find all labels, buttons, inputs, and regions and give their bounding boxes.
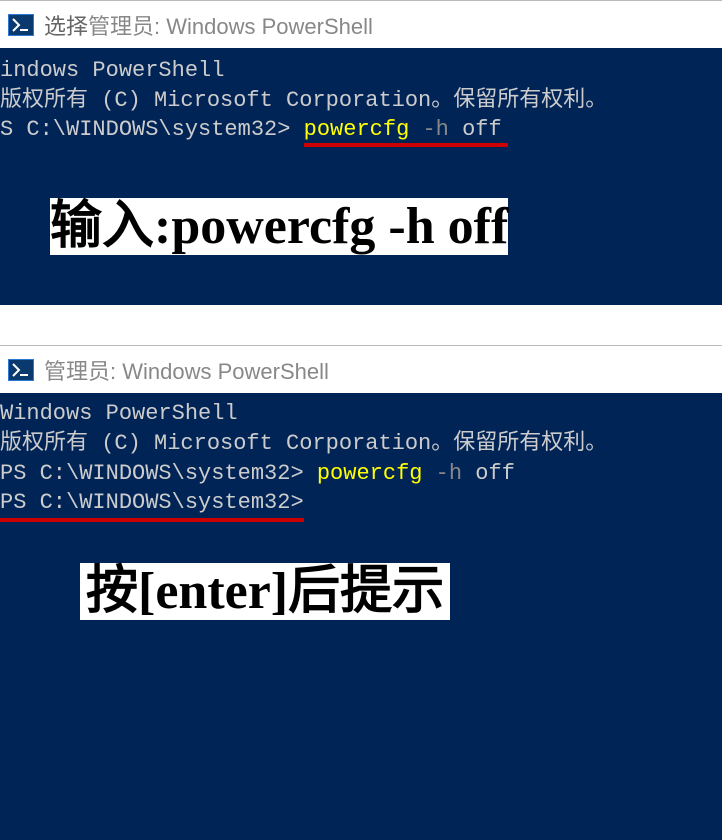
annotation1-label: 输入:	[50, 198, 171, 255]
powershell-icon	[8, 14, 34, 36]
annotation2: 按[enter]后提示	[0, 543, 722, 620]
annotation2-text: 按[enter]后提示	[80, 563, 450, 620]
console-flag: -h	[409, 117, 462, 142]
window2-title-main: 管理员: Windows PowerShell	[44, 359, 329, 384]
annotation1: 输入:powercfg -h off	[0, 168, 722, 305]
console-command: powercfg	[304, 117, 410, 142]
gap	[0, 305, 722, 345]
console-flag: -h	[422, 461, 475, 486]
console-cursor	[304, 490, 317, 515]
window1-console[interactable]: indows PowerShell 版权所有 (C) Microsoft Cor…	[0, 48, 722, 168]
window2-titlebar: 管理员: Windows PowerShell	[0, 345, 722, 393]
powershell-icon	[8, 359, 34, 381]
window1-title-main: 管理员: Windows PowerShell	[88, 14, 373, 39]
console-line-copyright: 版权所有 (C) Microsoft Corporation。保留所有权利。	[0, 86, 722, 116]
console-prompt-line-2: PS C:\WINDOWS\system32>	[0, 488, 722, 518]
window2-title: 管理员: Windows PowerShell	[44, 354, 329, 386]
console-line-appname: Windows PowerShell	[0, 399, 722, 429]
annotation1-cmd: powercfg -h off	[171, 198, 508, 255]
console-arg: off	[462, 117, 502, 142]
console-prompt: S C:\WINDOWS\system32>	[0, 117, 304, 142]
console-command: powercfg	[317, 461, 423, 486]
window1-titlebar: 选择管理员: Windows PowerShell	[0, 0, 722, 48]
window1-title: 选择管理员: Windows PowerShell	[44, 9, 373, 41]
console-prompt-underlined: PS C:\WINDOWS\system32>	[0, 488, 304, 518]
console-prompt-line: S C:\WINDOWS\system32> powercfg -h off	[0, 115, 722, 145]
console-line-copyright: 版权所有 (C) Microsoft Corporation。保留所有权利。	[0, 429, 722, 459]
window2-console[interactable]: Windows PowerShell 版权所有 (C) Microsoft Co…	[0, 393, 722, 543]
console-prompt-line-1: PS C:\WINDOWS\system32> powercfg -h off	[0, 459, 722, 489]
console-prompt: PS C:\WINDOWS\system32>	[0, 461, 317, 486]
console-arg: off	[475, 461, 515, 486]
console-line-appname: indows PowerShell	[0, 56, 722, 86]
console-command-underlined: powercfg -h off	[304, 115, 502, 145]
console-bottom-area	[0, 620, 722, 840]
window1-title-prefix: 选择	[44, 14, 88, 39]
